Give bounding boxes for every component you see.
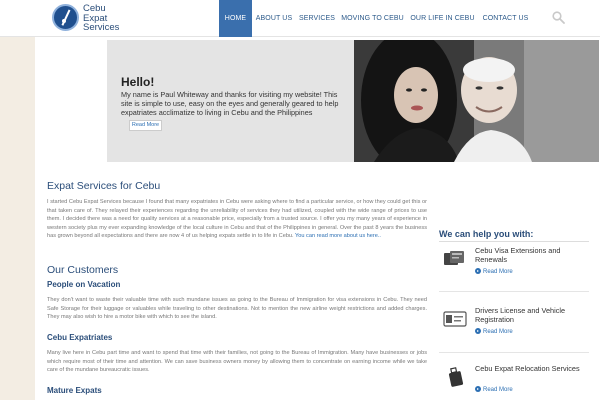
arrow-circle-icon [475, 328, 481, 334]
logo-text: Cebu Expat Services [83, 4, 119, 33]
service-relocation: Cebu Expat Relocation Services Read More [439, 364, 589, 400]
arrow-circle-icon [475, 386, 481, 392]
about-us-link[interactable]: You can read more about us here.. [295, 233, 381, 239]
nav-moving-to-cebu[interactable]: MOVING TO CEBU [338, 0, 407, 37]
expatriates-text: Many live here in Cebu part time and wan… [47, 350, 427, 374]
arrow-circle-icon [475, 268, 481, 274]
vacation-heading: People on Vacation [47, 280, 121, 289]
hero-photo [354, 40, 599, 162]
hero-read-more-button[interactable]: Read More [129, 120, 162, 131]
logo-line-3: Services [83, 22, 120, 33]
service-license-name[interactable]: Drivers License and Vehicle Registration [475, 306, 589, 324]
nav-contact-us[interactable]: CONTACT US [478, 0, 533, 37]
search-icon[interactable] [552, 11, 565, 24]
expat-services-title: Expat Services for Cebu [47, 180, 161, 192]
hero-text: My name is Paul Whiteway and thanks for … [121, 90, 339, 117]
service-visa: Cebu Visa Extensions and Renewals Read M… [439, 246, 589, 291]
service-visa-name[interactable]: Cebu Visa Extensions and Renewals [475, 246, 589, 264]
expat-services-text: I started Cebu Expat Services because I … [47, 198, 427, 241]
customers-title: Our Customers [47, 264, 119, 276]
service-relocation-read-more[interactable]: Read More [475, 386, 513, 393]
service-license-more-label: Read More [483, 329, 513, 335]
service-visa-more-label: Read More [483, 269, 513, 275]
service-divider [439, 291, 589, 292]
nav-our-life-in-cebu[interactable]: OUR LIFE IN CEBU [407, 0, 478, 37]
couple-photo-image [354, 40, 599, 162]
service-divider [439, 352, 589, 353]
site-logo[interactable]: Cebu Expat Services [52, 4, 122, 34]
nav-about-us[interactable]: ABOUT US [252, 0, 296, 37]
sidebar-title: We can help you with: [439, 229, 534, 239]
service-license-read-more[interactable]: Read More [475, 328, 513, 335]
service-license: Drivers License and Vehicle Registration… [439, 306, 589, 351]
expatriates-heading: Cebu Expatriates [47, 333, 113, 342]
vacation-text: They don't want to waste their valuable … [47, 297, 427, 321]
main-nav: HOME ABOUT US SERVICES MOVING TO CEBU OU… [219, 0, 533, 37]
passport-icon [444, 251, 464, 265]
mature-expats-heading: Mature Expats [47, 386, 102, 395]
hero-title: Hello! [121, 75, 155, 89]
nav-services[interactable]: SERVICES [296, 0, 338, 37]
service-relocation-more-label: Read More [483, 387, 513, 393]
luggage-icon [448, 367, 464, 387]
service-relocation-name[interactable]: Cebu Expat Relocation Services [475, 364, 589, 373]
nav-home[interactable]: HOME [219, 0, 252, 37]
service-visa-read-more[interactable]: Read More [475, 268, 513, 275]
compass-logo-icon [52, 4, 79, 31]
license-card-icon [443, 311, 467, 327]
sidebar-divider [439, 241, 589, 242]
site-header: Cebu Expat Services HOME ABOUT US SERVIC… [0, 0, 600, 37]
